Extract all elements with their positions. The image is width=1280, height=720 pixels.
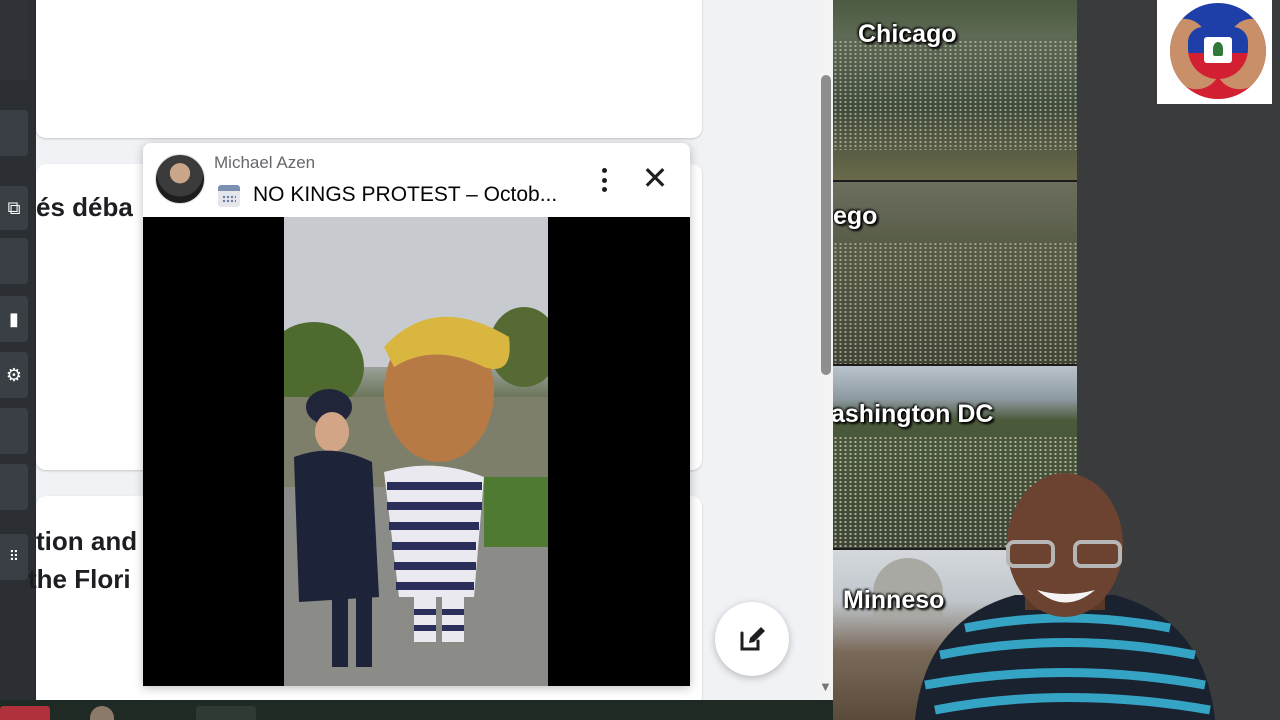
taskbar-item[interactable] [0, 706, 50, 720]
post-snippet: the Flori [28, 564, 131, 594]
video-frame [284, 217, 548, 686]
new-message-button[interactable] [715, 602, 789, 676]
city-label: ego [833, 202, 878, 230]
city-label: Chicago [858, 20, 957, 48]
tile-san-diego: ego [833, 182, 1077, 364]
protest-scene-image [284, 217, 548, 686]
post-snippet: és déba [36, 192, 133, 222]
screen: ⧉ ▮ ⚙ ⠿ és déba tion and the Flori Micha… [0, 0, 1280, 720]
rail-slot[interactable] [0, 238, 28, 284]
grid-icon[interactable]: ⠿ [0, 534, 28, 580]
video-player[interactable] [143, 217, 690, 686]
scrollbar-thumb[interactable] [821, 75, 831, 375]
feed-card [36, 0, 702, 138]
heart-flag-icon [1170, 3, 1266, 99]
rail-slot[interactable] [0, 110, 28, 156]
calendar-icon [218, 185, 240, 207]
rail-slot[interactable] [0, 408, 28, 454]
post-title[interactable]: NO KINGS PROTEST – Octob... [253, 183, 557, 207]
rail-slot[interactable] [0, 464, 28, 510]
haiti-heart-logo [1157, 0, 1272, 104]
popup-header: Michael Azen NO KINGS PROTEST – Octob...… [143, 143, 690, 217]
edit-icon [740, 627, 765, 651]
rail-slot-top[interactable] [0, 0, 28, 80]
gear-icon[interactable]: ⚙ [0, 352, 28, 398]
tile-chicago: Chicago [833, 0, 1077, 180]
avatar[interactable] [155, 154, 205, 204]
author-name[interactable]: Michael Azen [214, 153, 315, 173]
more-options-icon[interactable] [594, 165, 614, 195]
window-icon[interactable]: ⧉ [0, 186, 28, 230]
taskbar [0, 700, 833, 720]
panel-icon[interactable]: ▮ [0, 296, 28, 342]
taskbar-item[interactable] [196, 706, 256, 720]
video-popup[interactable]: Michael Azen NO KINGS PROTEST – Octob...… [143, 143, 690, 686]
webcam-presenter [915, 473, 1215, 720]
close-icon[interactable]: ✕ [638, 161, 672, 195]
post-snippet: tion and [36, 526, 138, 556]
scroll-down-arrow-icon[interactable]: ▼ [819, 682, 832, 693]
city-label: ashington DC [833, 400, 994, 428]
app-sidebar: ⧉ ▮ ⚙ ⠿ [0, 0, 36, 700]
